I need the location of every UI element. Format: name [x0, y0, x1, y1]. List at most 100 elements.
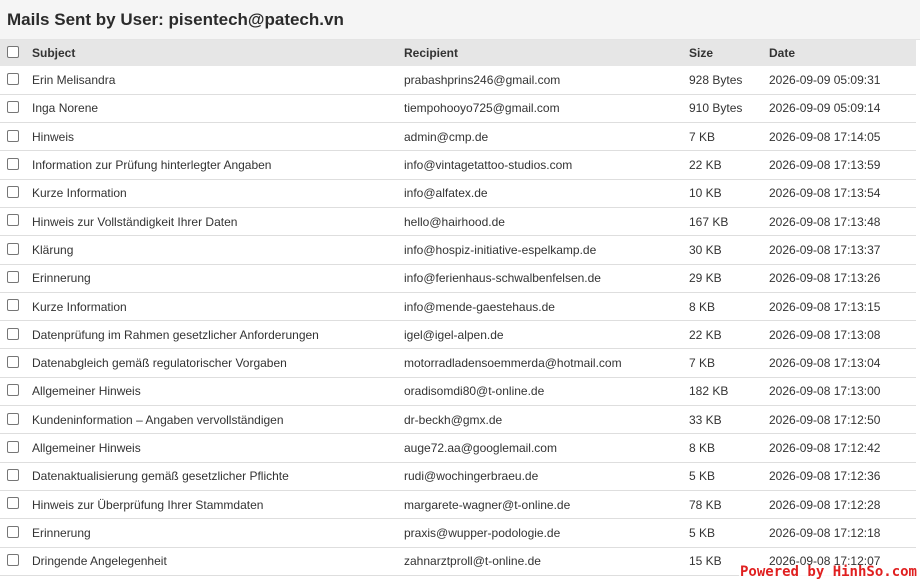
cell-recipient: margarete-wagner@t-online.de [404, 497, 571, 512]
row-select-cell [0, 547, 25, 575]
cell-subject[interactable]: Kundeninformation – Angaben vervollständ… [25, 406, 397, 434]
row-select-cell [0, 292, 25, 320]
table-row[interactable]: Kurze Information info@alfatex.de 10 KB 202… [0, 179, 916, 208]
cell-date: 2026-09-08 17:13:37 [769, 242, 881, 257]
row-checkbox[interactable] [7, 525, 19, 538]
cell-date: 2026-09-08 17:13:59 [769, 158, 881, 173]
table-row[interactable]: Datenprüfung im Rahmen gesetzlicher Anfo… [0, 321, 916, 349]
cell-recipient: info@mende-gaestehaus.de [404, 299, 555, 314]
table-row[interactable]: Kundeninformation – Angaben vervollständ… [0, 406, 916, 434]
cell-date: 2026-09-08 17:13:26 [769, 271, 881, 286]
cell-subject[interactable]: Datenaktualisierung gemäß gesetzlicher P… [25, 462, 397, 490]
table-row[interactable]: Allgemeiner Hinweis auge72.aa@googlemail.… [0, 434, 916, 463]
row-select-cell [0, 321, 25, 349]
cell-subject[interactable]: Hinweis zur Vollständigkeit Ihrer Daten [25, 207, 397, 235]
table-row[interactable]: Hinweis zur Vollständigkeit Ihrer Daten h… [0, 207, 916, 236]
row-select-cell [0, 264, 25, 292]
cell-date: 2026-09-08 17:12:50 [769, 412, 881, 427]
cell-subject[interactable]: Dringende Angelegenheit [25, 547, 397, 575]
cell-size: 78 KB [689, 497, 722, 512]
watermark: Powered by HinhSo.com [738, 564, 918, 580]
cell-subject[interactable]: Datenabgleich gemäß regulatorischer Vorg… [25, 349, 397, 377]
cell-recipient: praxis@wupper-podologie.de [404, 525, 561, 540]
cell-recipient: dr-beckh@gmx.de [404, 412, 503, 427]
row-checkbox[interactable] [7, 157, 19, 170]
cell-subject[interactable]: Klärung [25, 236, 397, 264]
row-checkbox[interactable] [7, 242, 19, 255]
table-row[interactable]: Datenaktualisierung gemäß gesetzlicher P… [0, 462, 916, 491]
cell-recipient: prabashprins246@gmail.com [404, 72, 561, 87]
cell-size: 22 KB [689, 327, 722, 342]
cell-subject[interactable]: Erinnerung [25, 264, 397, 292]
table-row[interactable]: Allgemeiner Hinweis oradisomdi80@t-online… [0, 377, 916, 406]
row-checkbox[interactable] [7, 299, 19, 312]
cell-subject[interactable]: Erinnerung [25, 519, 397, 547]
cell-subject[interactable]: Hinweis [25, 123, 397, 151]
row-checkbox[interactable] [7, 186, 19, 199]
row-select-cell [0, 207, 25, 235]
cell-subject[interactable]: Allgemeiner Hinweis [25, 377, 397, 405]
cell-size: 33 KB [689, 412, 722, 427]
table-row[interactable]: Datenabgleich gemäß regulatorischer Vorg… [0, 349, 916, 378]
cell-subject[interactable]: Hinweis zur Überprüfung Ihrer Stammdaten [25, 490, 397, 518]
table-row[interactable]: Klärung info@hospiz-initiative-espelkamp.… [0, 236, 916, 265]
cell-size: 5 KB [689, 469, 716, 484]
table-row[interactable]: Erinnerung praxis@wupper-podologie.de 5 KB… [0, 519, 916, 548]
cell-subject[interactable]: Allgemeiner Hinweis [25, 434, 397, 462]
cell-date: 2026-09-08 17:13:04 [769, 356, 881, 371]
cell-size: 8 KB [689, 441, 716, 455]
cell-date: 2026-09-08 17:13:15 [769, 299, 881, 314]
row-checkbox[interactable] [7, 384, 19, 397]
table-row[interactable]: Hinweis zur Überprüfung Ihrer Stammdaten… [0, 490, 916, 519]
row-checkbox[interactable] [7, 412, 19, 425]
cell-date: 2026-09-08 17:13:00 [769, 384, 881, 399]
row-checkbox[interactable] [7, 129, 19, 142]
cell-subject[interactable]: Inga Norene [25, 94, 397, 122]
cell-subject[interactable]: Datenprüfung im Rahmen gesetzlicher Anfo… [25, 321, 397, 349]
header-row: Subject Recipient Size Date [0, 40, 916, 66]
cell-date: 2026-09-08 17:14:05 [769, 129, 881, 144]
cell-subject[interactable]: Erin Melisandra [25, 66, 397, 94]
table-row[interactable]: Inga Norene tiempohooyo725@gmail.com 910 B… [0, 94, 916, 123]
cell-date: 2026-09-08 17:12:36 [769, 469, 881, 484]
column-header-date[interactable]: Date [762, 40, 916, 66]
row-checkbox[interactable] [7, 469, 19, 482]
table-row[interactable]: Hinweis admin@cmp.de 7 KB 2026-09-08 17:14:… [0, 123, 916, 151]
cell-recipient: info@ferienhaus-schwalbenfelsen.de [404, 271, 601, 286]
row-select-cell [0, 434, 25, 462]
column-header-subject[interactable]: Subject [25, 40, 397, 66]
row-select-cell [0, 490, 25, 518]
row-checkbox[interactable] [7, 271, 19, 284]
row-select-cell [0, 66, 25, 94]
cell-date: 2026-09-08 17:13:08 [769, 327, 881, 342]
page-title: Mails Sent by User: pisentech@patech.vn [7, 9, 344, 29]
table-row[interactable]: Kurze Information info@mende-gaestehaus.d… [0, 292, 916, 321]
cell-subject[interactable]: Information zur Prüfung hinterlegter Ang… [25, 151, 397, 179]
table-row[interactable]: Erin Melisandra prabashprins246@gmail.com… [0, 66, 916, 95]
cell-size: 5 KB [689, 525, 716, 540]
cell-recipient: rudi@wochingerbraeu.de [404, 469, 539, 484]
row-checkbox[interactable] [7, 72, 19, 85]
cell-date: 2026-09-08 17:13:54 [769, 186, 881, 201]
row-select-cell [0, 406, 25, 434]
row-checkbox[interactable] [7, 355, 19, 368]
row-checkbox[interactable] [7, 497, 19, 510]
row-checkbox[interactable] [7, 440, 19, 453]
column-header-recipient[interactable]: Recipient [397, 40, 682, 66]
cell-recipient: zahnarztproll@t-online.de [404, 554, 541, 569]
header: Mails Sent by User: pisentech@patech.vn [0, 0, 920, 40]
cell-subject[interactable]: Kurze Information [25, 292, 397, 320]
cell-subject[interactable]: Kurze Information [25, 179, 397, 207]
row-checkbox[interactable] [7, 214, 19, 227]
row-checkbox[interactable] [7, 101, 19, 114]
select-all-checkbox[interactable] [7, 45, 19, 58]
column-header-size[interactable]: Size [682, 40, 762, 66]
table-row[interactable]: Erinnerung info@ferienhaus-schwalbenfelse… [0, 264, 916, 293]
row-checkbox[interactable] [7, 554, 19, 567]
cell-size: 22 KB [689, 158, 722, 173]
table-row[interactable]: Information zur Prüfung hinterlegter Ang… [0, 151, 916, 180]
cell-size: 167 KB [689, 214, 729, 229]
cell-recipient: oradisomdi80@t-online.de [404, 384, 545, 399]
row-select-cell [0, 151, 25, 179]
row-checkbox[interactable] [7, 327, 19, 340]
